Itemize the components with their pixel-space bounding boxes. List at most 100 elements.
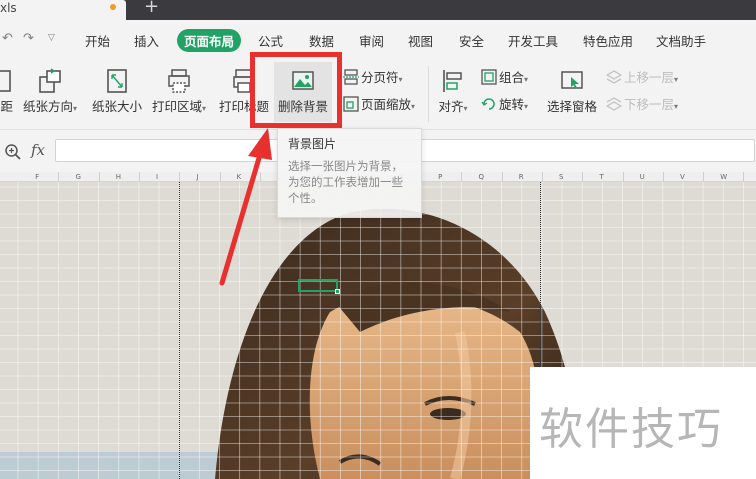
column-letter[interactable]: W <box>720 172 727 182</box>
menu-page-layout[interactable]: 页面布局 <box>177 29 242 52</box>
align-icon <box>443 70 462 92</box>
paper-size-label: 纸张大小 <box>91 99 142 114</box>
chevron-down-icon: ▾ <box>674 75 679 84</box>
document-tab[interactable]: xls <box>0 0 126 20</box>
column-letter[interactable]: V <box>680 172 685 182</box>
selection-pane-label: 选择窗格 <box>546 99 597 114</box>
column-letter[interactable]: I <box>156 172 158 182</box>
rotate-text: 旋转 <box>499 97 525 112</box>
column-divider <box>461 172 463 182</box>
menu-bar: ↶ ↷ ▽ 开始 插入 页面布局 公式 数据 审阅 视图 安全 开发工具 特色应… <box>0 20 756 58</box>
chevron-down-icon: ▾ <box>524 75 529 84</box>
column-letter[interactable]: G <box>75 172 80 182</box>
column-letter[interactable]: Q <box>478 172 484 182</box>
menu-doc-assistant[interactable]: 文档助手 <box>656 31 706 50</box>
group-button[interactable]: 组合▾ <box>481 67 528 87</box>
selection-pane-button[interactable]: 选择窗格 <box>544 58 600 130</box>
orientation-icon <box>39 68 61 93</box>
send-backward-icon <box>606 97 622 111</box>
column-letter[interactable]: U <box>640 172 645 182</box>
quick-access-dropdown-icon[interactable]: ▽ <box>48 33 55 43</box>
bring-forward-text: 上移一层 <box>624 70 675 85</box>
page-break-icon <box>343 69 359 85</box>
paper-size-icon <box>107 69 127 93</box>
column-letter[interactable]: T <box>599 172 603 182</box>
chevron-down-icon: ▾ <box>398 75 403 84</box>
column-divider <box>541 172 543 182</box>
column-letter[interactable]: H <box>116 172 121 182</box>
align-text: 对齐 <box>438 99 464 114</box>
rotate-icon <box>481 98 495 110</box>
page-break-line <box>179 182 180 479</box>
menu-features[interactable]: 特色应用 <box>583 31 633 50</box>
orientation-button[interactable]: 纸张方向▾ <box>20 58 80 130</box>
group-icon <box>481 69 497 85</box>
redo-icon[interactable]: ↷ <box>23 31 34 46</box>
tooltip-title: 背景图片 <box>288 137 337 151</box>
selected-cell[interactable] <box>298 279 340 294</box>
column-divider <box>98 172 100 182</box>
chevron-down-icon: ▾ <box>411 102 416 111</box>
page-zoom-text: 页面缩放 <box>361 97 412 112</box>
fill-handle[interactable] <box>335 289 340 294</box>
column-divider <box>58 172 60 182</box>
unsaved-dot-icon <box>110 4 116 10</box>
menu-data[interactable]: 数据 <box>309 31 334 50</box>
zoom-search-icon[interactable] <box>4 143 22 161</box>
column-letter[interactable]: K <box>237 172 242 182</box>
chevron-down-icon: ▾ <box>463 104 468 113</box>
bring-forward-button[interactable]: 上移一层▾ <box>606 67 678 87</box>
orientation-label: 纸张方向▾ <box>20 96 80 115</box>
margins-label: 距 <box>0 99 13 114</box>
chevron-down-icon: ▾ <box>73 104 78 113</box>
print-area-button[interactable]: 打印区域▾ <box>150 58 208 130</box>
column-divider <box>219 172 221 182</box>
menu-insert[interactable]: 插入 <box>134 31 159 50</box>
page-break-button[interactable]: 分页符▾ <box>343 67 403 87</box>
ribbon-toolbar: 距 纸张方向▾ 纸张大小 打印区域▾ 打印标题 删除背景 分页符▾ 页面缩放▾ … <box>0 58 756 130</box>
column-letter[interactable]: J <box>196 172 198 182</box>
column-divider <box>743 172 745 182</box>
orientation-text: 纸张方向 <box>22 99 73 114</box>
column-letter[interactable]: F <box>35 172 39 182</box>
margins-button[interactable]: 距 <box>0 58 14 130</box>
column-letter[interactable]: R <box>519 172 524 182</box>
menu-developer[interactable]: 开发工具 <box>508 31 558 50</box>
page-zoom-icon <box>343 96 359 112</box>
print-area-icon <box>168 69 190 93</box>
title-tab-strip: xls + <box>0 0 756 20</box>
menu-view[interactable]: 视图 <box>408 31 433 50</box>
column-letter[interactable]: S <box>559 172 563 182</box>
ribbon-separator <box>428 66 429 122</box>
menu-home[interactable]: 开始 <box>85 31 110 50</box>
undo-icon[interactable]: ↶ <box>2 31 13 46</box>
chevron-down-icon: ▾ <box>524 102 529 111</box>
selection-pane-icon <box>561 71 583 89</box>
send-backward-text: 下移一层 <box>624 97 675 112</box>
print-area-text: 打印区域 <box>151 99 202 114</box>
send-backward-button[interactable]: 下移一层▾ <box>606 94 678 114</box>
menu-formulas[interactable]: 公式 <box>258 31 283 50</box>
align-button[interactable]: 对齐▾ <box>433 58 473 130</box>
paper-size-button[interactable]: 纸张大小 <box>90 58 144 130</box>
new-tab-icon[interactable]: + <box>144 0 159 17</box>
bring-forward-icon <box>606 70 622 84</box>
fx-button[interactable]: fx <box>31 141 45 159</box>
column-divider <box>138 172 140 182</box>
menu-security[interactable]: 安全 <box>459 31 484 50</box>
print-area-label: 打印区域▾ <box>150 96 208 115</box>
column-letter[interactable]: P <box>438 172 442 182</box>
background-picture-tooltip: 背景图片 选择一张图片为背景，为您的工作表增加一些个性。 <box>277 128 422 218</box>
annotation-highlight-box <box>250 52 342 128</box>
menu-review[interactable]: 审阅 <box>359 31 384 50</box>
column-divider <box>259 172 261 182</box>
align-label: 对齐▾ <box>433 96 473 115</box>
page-zoom-button[interactable]: 页面缩放▾ <box>343 94 415 114</box>
group-text: 组合 <box>499 70 525 85</box>
watermark-box: 软件技巧 <box>530 367 756 479</box>
tooltip-description: 选择一张图片为背景，为您的工作表增加一些个性。 <box>288 159 403 205</box>
rotate-button[interactable]: 旋转▾ <box>481 94 528 114</box>
column-divider <box>501 172 503 182</box>
document-tab-name: xls <box>0 1 17 15</box>
column-divider <box>179 172 181 182</box>
